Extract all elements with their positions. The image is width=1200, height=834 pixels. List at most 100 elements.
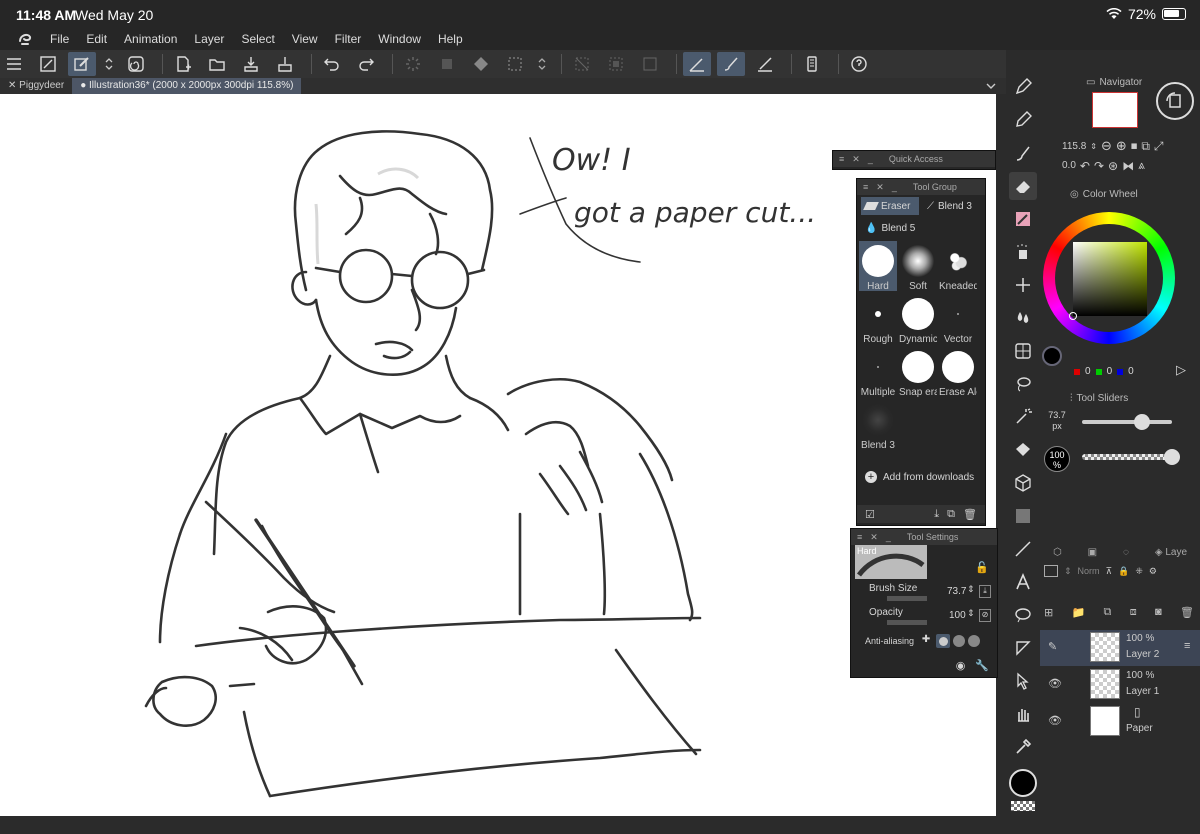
- tool-3d[interactable]: [1009, 469, 1037, 497]
- pin-icon[interactable]: ⊼: [1106, 566, 1113, 577]
- merge-icon[interactable]: ⧉: [1104, 606, 1112, 626]
- tool-line[interactable]: [1009, 535, 1037, 563]
- edit-mode-button[interactable]: [68, 52, 96, 76]
- app-logo-icon[interactable]: [16, 31, 36, 47]
- brush-preset-hard[interactable]: Hard: [859, 241, 897, 292]
- wrench-icon[interactable]: 🔧: [975, 659, 989, 672]
- aa-medium-icon[interactable]: [953, 635, 966, 647]
- tool-text[interactable]: [1009, 568, 1037, 596]
- download-icon[interactable]: ⤓: [934, 508, 939, 521]
- tool-pen[interactable]: [1009, 73, 1037, 101]
- duplicate-icon[interactable]: ⧈: [1130, 606, 1137, 626]
- tool-balloon[interactable]: [1009, 601, 1037, 629]
- fit-icon[interactable]: ⧉: [1141, 139, 1150, 154]
- undo-button[interactable]: [318, 52, 346, 76]
- chevron-updown-icon[interactable]: ⇕: [967, 584, 975, 595]
- main-color-swatch[interactable]: [1009, 769, 1037, 797]
- tool-eraser[interactable]: [1009, 171, 1037, 200]
- flip-vertical-icon[interactable]: ⩓: [1138, 158, 1145, 173]
- chevron-updown-icon[interactable]: ⇕: [967, 608, 975, 619]
- smartphone-button[interactable]: [798, 52, 826, 76]
- mode-stepper[interactable]: [102, 52, 116, 76]
- menu-help[interactable]: Help: [438, 32, 463, 46]
- aa-strong-icon[interactable]: [968, 635, 981, 647]
- brush-preset-snap-era[interactable]: Snap era: [899, 347, 937, 398]
- brush-preset-multiple[interactable]: Multiple: [859, 347, 897, 398]
- perspective-snap-button[interactable]: [751, 52, 779, 76]
- pin-icon[interactable]: ⤓: [979, 585, 991, 598]
- grip-icon[interactable]: ≡: [839, 154, 844, 164]
- close-icon[interactable]: ✕: [8, 80, 19, 91]
- opacity-slider-handle[interactable]: [1164, 449, 1180, 465]
- tool-fill[interactable]: [1009, 436, 1037, 464]
- clip-icon[interactable]: ⁜: [1135, 566, 1143, 577]
- tool-gradient[interactable]: [1009, 502, 1037, 530]
- new-layer-icon[interactable]: ⊞: [1044, 606, 1053, 626]
- ruler-snap-button[interactable]: [683, 52, 711, 76]
- no-entry-icon[interactable]: ⊘: [979, 609, 991, 622]
- subtool-blend5[interactable]: 💧 Blend 5: [861, 219, 983, 237]
- opacity-setting[interactable]: Opacity 100 ⇕ ⊘: [865, 607, 993, 629]
- reset-rotation-icon[interactable]: ⊛: [1108, 159, 1118, 173]
- size-slider-handle[interactable]: [1134, 414, 1150, 430]
- tool-magic-wand[interactable]: [1009, 403, 1037, 431]
- grip-icon[interactable]: ≡: [863, 182, 868, 192]
- layer-row[interactable]: ✎ 100 % Layer 2 ≡: [1040, 630, 1200, 666]
- close-icon[interactable]: ✕: [852, 154, 860, 165]
- hamburger-menu-button[interactable]: [0, 52, 28, 76]
- new-file-button[interactable]: [169, 52, 197, 76]
- layer-menu-icon[interactable]: ≡: [1184, 640, 1190, 652]
- open-file-button[interactable]: [203, 52, 231, 76]
- menu-filter[interactable]: Filter: [335, 32, 362, 46]
- expand-icon[interactable]: ⤢: [1154, 139, 1164, 154]
- zoom-out-icon[interactable]: ⊖: [1101, 138, 1112, 154]
- tool-hand[interactable]: [1009, 700, 1037, 728]
- brush-preset-kneaded[interactable]: Kneaded: [939, 241, 977, 292]
- color-picker-handle[interactable]: [1069, 312, 1077, 320]
- tool-eyedropper[interactable]: [1009, 733, 1037, 761]
- subtool-eraser[interactable]: Eraser: [861, 197, 919, 215]
- brush-preset-blend-3[interactable]: Blend 3: [859, 400, 897, 451]
- loading-button[interactable]: [399, 52, 427, 76]
- lock-icon[interactable]: 🔒: [1118, 566, 1129, 577]
- transparent-swatch[interactable]: [1011, 801, 1035, 811]
- brush-preset-rough[interactable]: Rough: [859, 294, 897, 345]
- opacity-slider[interactable]: [1082, 449, 1180, 465]
- chevron-updown-icon[interactable]: ⇕: [1090, 142, 1097, 151]
- zoom-control[interactable]: 115.8 ⇕ ⊖ ⊕ ⏹ ⧉ ⤢: [1062, 138, 1164, 154]
- layer-row[interactable]: 👁 100 % Layer 1: [1040, 667, 1200, 703]
- clear-button[interactable]: [636, 52, 664, 76]
- brush-preset-preview[interactable]: Hard: [855, 545, 927, 579]
- tool-airbrush[interactable]: [1009, 238, 1037, 266]
- tool-operation[interactable]: [1009, 667, 1037, 695]
- deselect-button[interactable]: [568, 52, 596, 76]
- subtool-blend3[interactable]: ⟋ Blend 3: [923, 197, 985, 215]
- opacity-bar[interactable]: [887, 620, 927, 625]
- layer-color-box[interactable]: [1044, 565, 1058, 577]
- brush-preset-soft[interactable]: Soft: [899, 241, 937, 292]
- spiral-button[interactable]: [122, 52, 150, 76]
- minimize-icon[interactable]: _: [868, 154, 873, 164]
- brush-size-setting[interactable]: Brush Size 73.7 ⇕ ⤓: [865, 583, 993, 605]
- rotate-left-icon[interactable]: ↶: [1080, 159, 1090, 173]
- brush-snap-button[interactable]: [717, 52, 745, 76]
- brush-preset-dynamic[interactable]: Dynamic: [899, 294, 937, 345]
- checkbox-icon[interactable]: ☑: [865, 508, 875, 521]
- brush-size-bar[interactable]: [887, 596, 927, 601]
- layers-tab[interactable]: ◈ Laye: [1155, 547, 1187, 558]
- tab-illustration36[interactable]: ● Illustration36* (2000 x 2000px 300dpi …: [72, 78, 302, 94]
- menu-window[interactable]: Window: [378, 32, 421, 46]
- play-circle-icon[interactable]: ▷: [1176, 362, 1186, 378]
- invert-selection-button[interactable]: [602, 52, 630, 76]
- rotate-canvas-button[interactable]: [1156, 82, 1194, 120]
- duplicate-icon[interactable]: ⧉: [947, 508, 955, 521]
- menu-view[interactable]: View: [292, 32, 318, 46]
- tool-blend[interactable]: [1009, 205, 1037, 233]
- grip-icon[interactable]: ≡: [857, 532, 862, 542]
- chevron-down-icon[interactable]: [984, 79, 998, 93]
- tool-decoration[interactable]: [1009, 271, 1037, 299]
- color-wheel[interactable]: [1043, 212, 1175, 344]
- fill-button[interactable]: [467, 52, 495, 76]
- tool-frame[interactable]: [1009, 634, 1037, 662]
- aa-none-icon[interactable]: ✚: [919, 634, 933, 648]
